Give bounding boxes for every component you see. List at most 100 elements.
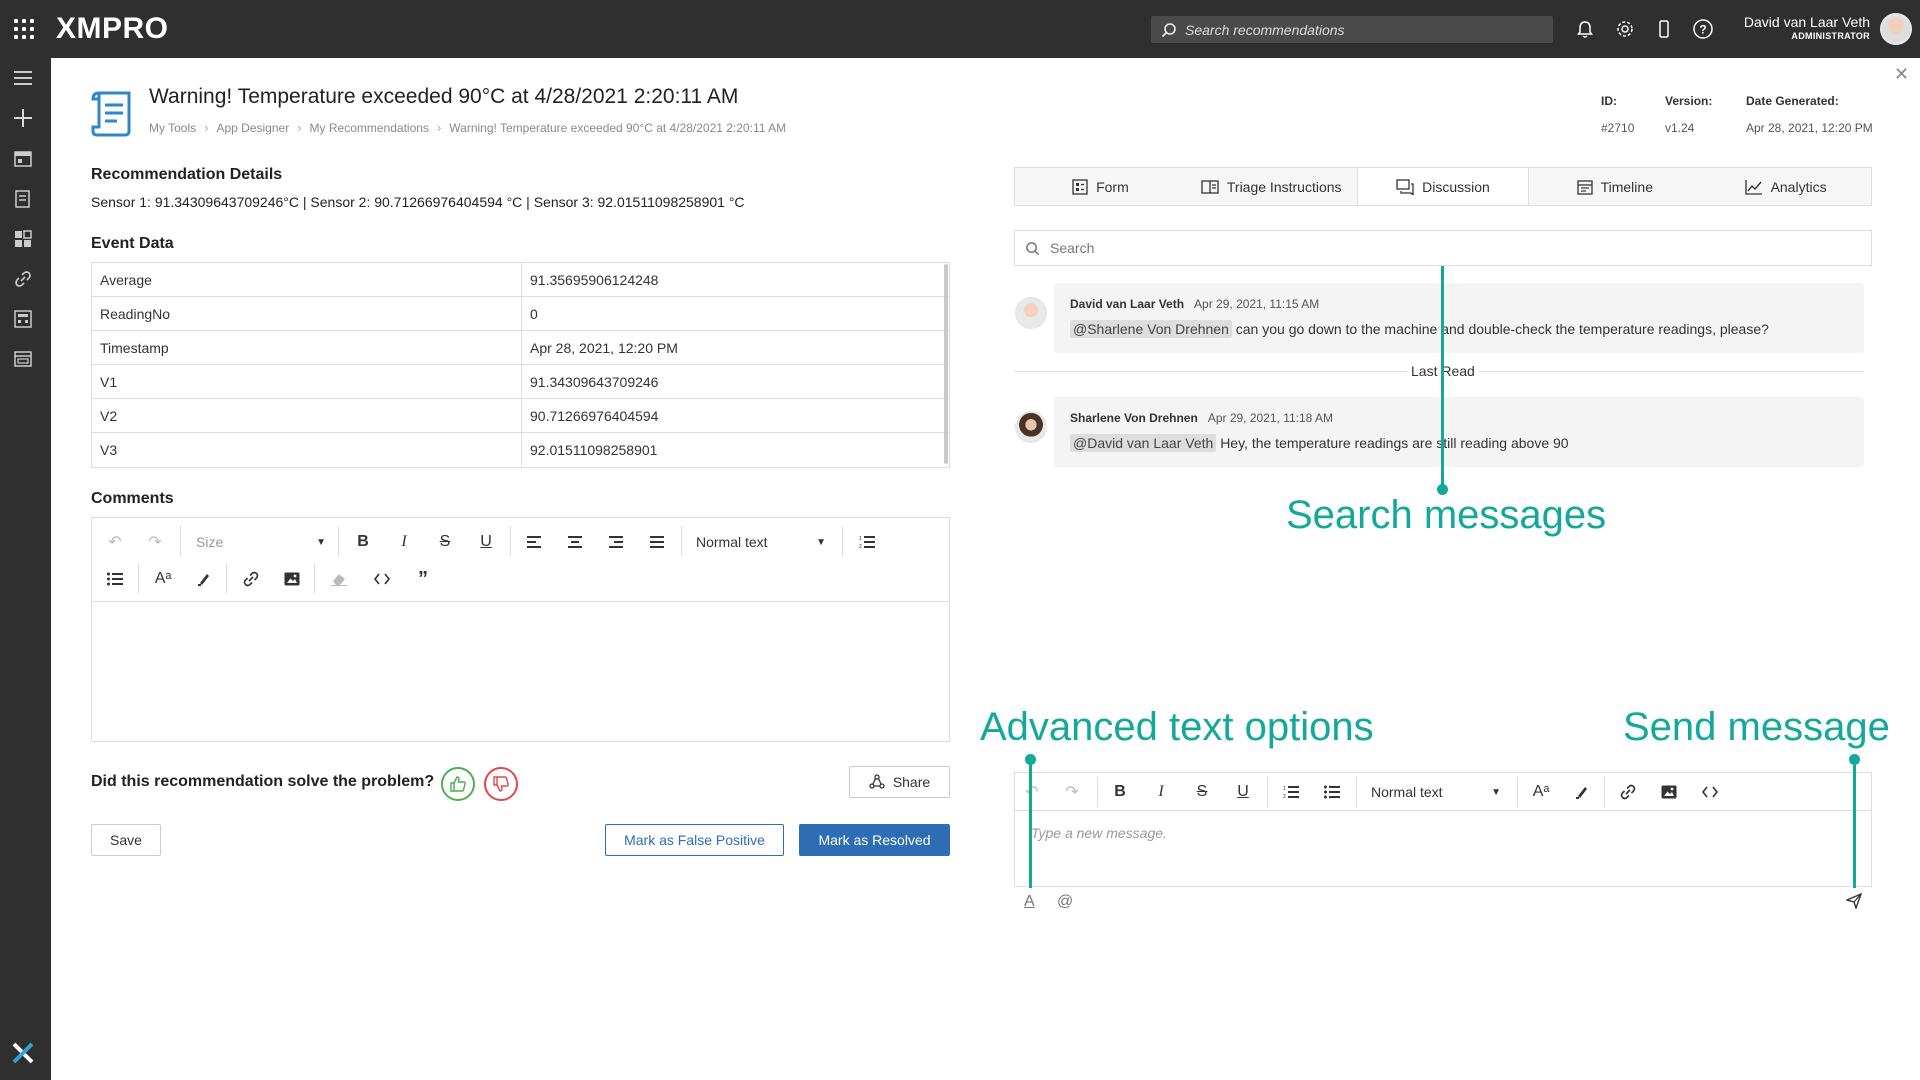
- mention-tag[interactable]: @Sharlene Von Drehnen: [1070, 320, 1232, 338]
- message-toolbar: ↶ ↷ B I S U 12 Normal text ▼ Aᵃ: [1015, 773, 1871, 811]
- breadcrumb-item[interactable]: App Designer: [216, 121, 289, 135]
- undo-icon[interactable]: ↶: [1019, 779, 1045, 805]
- tab-triage-label: Triage Instructions: [1226, 178, 1342, 195]
- ordered-list-icon[interactable]: 12: [1278, 779, 1304, 805]
- text-format-select[interactable]: Normal text ▼: [696, 529, 826, 555]
- link-icon[interactable]: [1615, 779, 1641, 805]
- redo-icon[interactable]: ↷: [142, 529, 168, 555]
- window-icon[interactable]: [13, 349, 33, 369]
- comments-title: Comments: [91, 490, 174, 507]
- highlighter-icon[interactable]: [191, 566, 217, 592]
- thumbs-up-icon[interactable]: [441, 767, 475, 801]
- apps-grid-icon[interactable]: [14, 19, 34, 39]
- recommendations-search-input[interactable]: Search recommendations: [1151, 16, 1553, 43]
- plus-icon[interactable]: [13, 108, 33, 128]
- bullet-list-icon[interactable]: [102, 566, 128, 592]
- table-cell-value: 91.34309643709246: [530, 373, 659, 390]
- recommendation-details-text: Sensor 1: 91.34309643709246°C | Sensor 2…: [91, 194, 745, 210]
- link-icon[interactable]: [13, 269, 33, 289]
- font-color-icon[interactable]: Aᵃ: [150, 566, 176, 592]
- font-color-icon[interactable]: Aᵃ: [1528, 779, 1554, 805]
- message-time: Apr 29, 2021, 11:18 AM: [1207, 411, 1334, 425]
- undo-icon[interactable]: ↶: [102, 529, 128, 555]
- breadcrumb-item[interactable]: My Recommendations: [310, 121, 429, 135]
- bell-icon[interactable]: [1572, 16, 1598, 42]
- share-icon: [869, 774, 885, 789]
- message-body: @Sharlene Von Drehnen can you go down to…: [1070, 320, 1848, 338]
- italic-icon[interactable]: I: [391, 529, 417, 555]
- size-select[interactable]: Size ▼: [196, 529, 326, 555]
- share-button[interactable]: Share: [849, 766, 950, 798]
- link-icon[interactable]: [238, 566, 264, 592]
- tab-analytics-label: Analytics: [1770, 178, 1827, 195]
- image-icon[interactable]: [1656, 779, 1682, 805]
- mark-resolved-button[interactable]: Mark as Resolved: [799, 824, 950, 856]
- mobile-icon[interactable]: [1651, 16, 1677, 42]
- hamburger-menu-icon[interactable]: [13, 68, 33, 88]
- align-justify-icon[interactable]: [644, 529, 670, 555]
- message-author: David van Laar Veth Apr 29, 2021, 11:15 A…: [1070, 297, 1320, 311]
- send-icon[interactable]: [1844, 892, 1863, 914]
- table-row: Timestamp Apr 28, 2021, 12:20 PM: [92, 331, 949, 365]
- thumbs-down-icon[interactable]: [484, 767, 518, 801]
- eraser-icon[interactable]: [326, 566, 352, 592]
- align-right-icon[interactable]: [603, 529, 629, 555]
- dashboard-icon[interactable]: [13, 149, 33, 169]
- document-icon[interactable]: [13, 189, 33, 209]
- mention-icon[interactable]: @: [1057, 893, 1073, 911]
- underline-icon[interactable]: U: [473, 529, 499, 555]
- help-icon[interactable]: ?: [1690, 16, 1716, 42]
- apps-tiles-icon[interactable]: [13, 229, 33, 249]
- code-icon[interactable]: [369, 566, 395, 592]
- text-format-select[interactable]: Normal text ▼: [1371, 779, 1501, 805]
- mention-tag[interactable]: @David van Laar Veth: [1070, 434, 1217, 452]
- italic-icon[interactable]: I: [1148, 779, 1174, 805]
- bullet-list-icon[interactable]: [1319, 779, 1345, 805]
- gear-icon[interactable]: [1612, 16, 1638, 42]
- table-scrollbar[interactable]: [944, 264, 948, 464]
- align-center-icon[interactable]: [562, 529, 588, 555]
- table-cell-value: 90.71266976404594: [530, 407, 659, 424]
- tab-timeline[interactable]: Timeline: [1529, 168, 1700, 205]
- user-role: ADMINISTRATOR: [1791, 31, 1870, 41]
- underline-icon[interactable]: U: [1230, 779, 1256, 805]
- close-icon[interactable]: ✕: [1894, 64, 1909, 85]
- ordered-list-icon[interactable]: 12: [854, 529, 880, 555]
- breadcrumb: My Tools › App Designer › My Recommendat…: [149, 120, 786, 135]
- image-icon[interactable]: [279, 566, 305, 592]
- book-icon: [1201, 179, 1219, 194]
- message-search-input[interactable]: Search: [1014, 230, 1872, 266]
- bold-icon[interactable]: B: [350, 529, 376, 555]
- align-left-icon[interactable]: [521, 529, 547, 555]
- text-format-toggle-icon[interactable]: A: [1024, 893, 1035, 911]
- tab-triage-instructions[interactable]: Triage Instructions: [1186, 168, 1357, 205]
- redo-icon[interactable]: ↷: [1059, 779, 1085, 805]
- new-message-input[interactable]: Type a new message.: [1031, 825, 1167, 841]
- highlighter-icon[interactable]: [1569, 779, 1595, 805]
- breadcrumb-current: Warning! Temperature exceeded 90°C at 4/…: [449, 120, 787, 135]
- table-cell-key: V3: [92, 433, 522, 467]
- tab-discussion[interactable]: Discussion: [1356, 168, 1530, 205]
- breadcrumb-item[interactable]: My Tools: [149, 121, 196, 135]
- strikethrough-icon[interactable]: S: [1189, 779, 1215, 805]
- toolbar-divider: [180, 526, 181, 556]
- user-menu[interactable]: David van Laar Veth ADMINISTRATOR: [1730, 14, 1870, 41]
- strikethrough-icon[interactable]: S: [432, 529, 458, 555]
- toolbar-divider: [226, 564, 227, 594]
- avatar[interactable]: [1880, 13, 1912, 45]
- message-editor: ↶ ↷ B I S U 12 Normal text ▼ Aᵃ Type a n…: [1014, 772, 1872, 887]
- bold-icon[interactable]: B: [1107, 779, 1133, 805]
- save-button[interactable]: Save: [91, 824, 161, 856]
- tab-discussion-label: Discussion: [1422, 178, 1490, 195]
- chevron-right-icon: ›: [297, 120, 302, 135]
- tab-analytics[interactable]: Analytics: [1700, 168, 1871, 205]
- x-logo-icon[interactable]: [12, 1042, 34, 1070]
- xmpro-logo[interactable]: XMPRO: [56, 10, 169, 48]
- avatar: [1015, 411, 1047, 443]
- line-chart-icon: [1744, 179, 1762, 195]
- tab-form[interactable]: Form: [1015, 168, 1186, 205]
- quote-icon[interactable]: ”: [410, 566, 436, 592]
- mark-false-positive-button[interactable]: Mark as False Positive: [605, 824, 784, 856]
- calculator-icon[interactable]: [13, 309, 33, 329]
- code-icon[interactable]: [1697, 779, 1723, 805]
